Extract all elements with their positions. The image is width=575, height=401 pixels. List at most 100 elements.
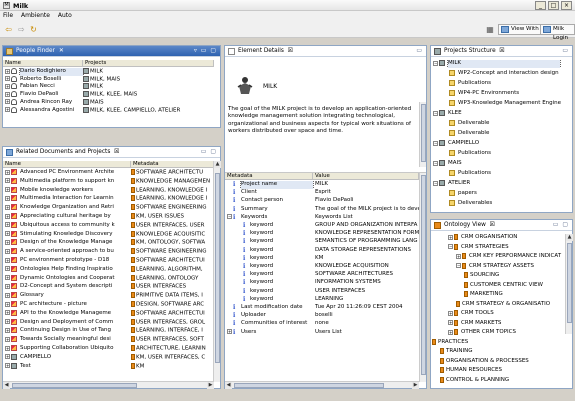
expand-icon[interactable]: + (227, 329, 232, 335)
metadata-row[interactable]: i Contact person Flavio DePaoli (225, 197, 419, 205)
table-row[interactable]: + PC architecture - picture DESIGN, SOFTWA… (3, 301, 214, 309)
view-menu-icons[interactable]: ▭ (416, 47, 423, 54)
tree-project[interactable]: − CAMPIELLO (431, 140, 571, 148)
table-row[interactable]: + Multimedia Interaction for Learnin LEARN… (3, 195, 214, 203)
table-row[interactable]: + Dynamic Ontologies and Cooperat LEARNING… (3, 274, 214, 283)
metadata-row[interactable]: i keyword KM (225, 255, 419, 263)
metadata-row[interactable]: i Project name MILK (225, 181, 419, 189)
collapse-icon[interactable]: − (433, 180, 438, 186)
table-row[interactable]: + Mobile knowledge workers LEARNING, KNOWL… (3, 186, 214, 195)
collapse-icon[interactable]: − (433, 60, 438, 66)
tree-project[interactable]: − MILK (431, 60, 571, 68)
ontology-node[interactable]: HUMAN RESOURCES (431, 367, 565, 375)
table-row[interactable]: + Flavio DePaoli MILK, KLEE, MAIS (3, 91, 214, 99)
expand-icon[interactable]: + (5, 319, 10, 325)
tree-folder[interactable]: Deliverable (431, 120, 571, 128)
column-header-name[interactable]: Name (3, 161, 131, 168)
table-row[interactable]: + Design and Deployment of Comm USER INTER… (3, 318, 214, 327)
open-perspective-icon[interactable]: ▦ (485, 25, 495, 34)
view-menu-icons[interactable]: ▭ ▢ (201, 148, 217, 155)
metadata-row[interactable]: i keyword SOFTWARE ARCHITECTURES (225, 271, 419, 279)
expand-icon[interactable]: + (5, 354, 10, 360)
maximize-button[interactable]: □ (548, 1, 559, 10)
tree-folder[interactable]: Deliverables (431, 200, 571, 208)
close-icon[interactable]: ☒ (114, 148, 119, 155)
expand-icon[interactable]: + (5, 169, 10, 175)
forward-icon[interactable]: ⇨ (17, 25, 26, 34)
expand-icon[interactable]: + (5, 91, 10, 97)
tab-related-documents[interactable]: Related Documents and Projects ☒ (4, 147, 120, 158)
ontology-node[interactable]: + CRM TOOLS (431, 310, 565, 318)
table-row[interactable]: + Andrea Rincon Ray MAIS (3, 98, 214, 107)
table-row[interactable]: + Continuing Design in Use of Tang LEARNIN… (3, 327, 214, 335)
expand-icon[interactable]: + (5, 363, 10, 369)
expand-icon[interactable]: + (448, 310, 453, 316)
expand-icon[interactable]: + (5, 283, 10, 289)
minimize-button[interactable]: _ (535, 1, 546, 10)
tree-project[interactable]: − MAIS (431, 160, 571, 168)
tree-folder[interactable]: Deliverable (431, 130, 571, 138)
expand-icon[interactable]: + (448, 329, 453, 335)
expand-icon[interactable]: + (5, 275, 10, 281)
metadata-row[interactable]: i keyword INFORMATION SYSTEMS (225, 279, 419, 287)
tree-folder[interactable]: Publications (431, 170, 571, 178)
expand-icon[interactable]: + (5, 68, 10, 74)
ontology-node[interactable]: TRAINING (431, 348, 565, 356)
metadata-row[interactable]: + i Users Users List (225, 329, 419, 337)
ontology-node[interactable]: PRACTICES (431, 338, 565, 347)
metadata-row[interactable]: i keyword KNOWLEDGE ACQUISITION (225, 263, 419, 271)
perspective-milk-login[interactable]: Milk Login (540, 24, 575, 41)
tree-project[interactable]: − KLEE (431, 110, 571, 118)
column-header-metadata[interactable]: Metadata (131, 161, 214, 168)
metadata-row[interactable]: i keyword USER INTERFACES (225, 288, 419, 296)
scroll-left-arrow[interactable]: ◀ (225, 382, 232, 389)
expand-icon[interactable]: + (5, 76, 10, 82)
ontology-node[interactable]: + OTHER CRM TOPICS (431, 329, 565, 337)
tab-projects-structure[interactable]: Projects Structure ☒ (432, 46, 506, 57)
scroll-thumb[interactable] (567, 243, 572, 323)
expand-icon[interactable]: + (5, 83, 10, 89)
tab-ontology-view[interactable]: Ontology View ☒ (432, 220, 496, 231)
vertical-scrollbar[interactable]: ▲ (213, 161, 221, 382)
table-row[interactable]: + D2-Concept and System descripti USER INT… (3, 283, 214, 291)
refresh-icon[interactable]: ↻ (29, 25, 38, 34)
metadata-row[interactable]: − i Keywords Keywords List (225, 214, 419, 222)
view-menu-icons[interactable]: ▿ ▭ ▢ (194, 47, 217, 54)
expand-icon[interactable]: + (5, 336, 10, 342)
expand-icon[interactable]: + (5, 99, 10, 105)
expand-icon[interactable]: + (5, 187, 10, 193)
column-header-value[interactable]: Value (313, 173, 419, 180)
ontology-node[interactable]: + CRM KEY PERFORMANCE INDICAT (431, 253, 565, 261)
expand-icon[interactable]: + (5, 195, 10, 201)
collapse-icon[interactable]: − (433, 140, 438, 146)
scroll-thumb[interactable] (421, 104, 426, 162)
view-menu-icons[interactable]: ▭ (562, 47, 569, 54)
column-header-name[interactable]: Name (3, 60, 83, 67)
ontology-node[interactable]: MARKETING (431, 291, 565, 299)
table-row[interactable]: + Test KM (3, 362, 214, 371)
table-row[interactable]: + Stimulating Knowledge Discovery KNOWLEDG… (3, 230, 214, 239)
view-menu-icons[interactable]: ▭ ▢ (553, 221, 569, 228)
collapse-icon[interactable]: − (433, 160, 438, 166)
metadata-row[interactable]: i Uploader boselli (225, 312, 419, 320)
expand-icon[interactable]: + (5, 327, 10, 333)
scroll-right-arrow[interactable]: ▶ (412, 382, 419, 389)
close-icon[interactable]: ☒ (490, 221, 495, 228)
table-row[interactable]: + A service-oriented approach to bu SOFTWA… (3, 248, 214, 256)
expand-icon[interactable]: + (5, 107, 10, 112)
scroll-up-arrow[interactable]: ▲ (566, 234, 573, 241)
table-row[interactable]: + Knowledge Organization and Retri SOFTWAR… (3, 204, 214, 212)
expand-icon[interactable]: + (5, 345, 10, 351)
tab-element-details[interactable]: Element Details ☒ (226, 46, 294, 57)
ontology-node[interactable]: − CRM STRATEGIES (431, 243, 565, 252)
expand-icon[interactable]: + (5, 301, 10, 307)
scroll-right-arrow[interactable]: ▶ (207, 382, 214, 389)
metadata-row[interactable]: i keyword SEMANTICS OF PROGRAMMING LANG (225, 238, 419, 246)
close-icon[interactable]: ☒ (499, 47, 504, 54)
close-icon[interactable]: ✕ (59, 47, 64, 54)
scroll-left-arrow[interactable]: ◀ (3, 382, 10, 389)
scroll-up-arrow[interactable]: ▲ (214, 161, 221, 168)
expand-icon[interactable]: + (5, 266, 10, 272)
table-row[interactable]: + Fabian Necci MILK (3, 83, 214, 91)
expand-icon[interactable]: + (5, 213, 10, 219)
